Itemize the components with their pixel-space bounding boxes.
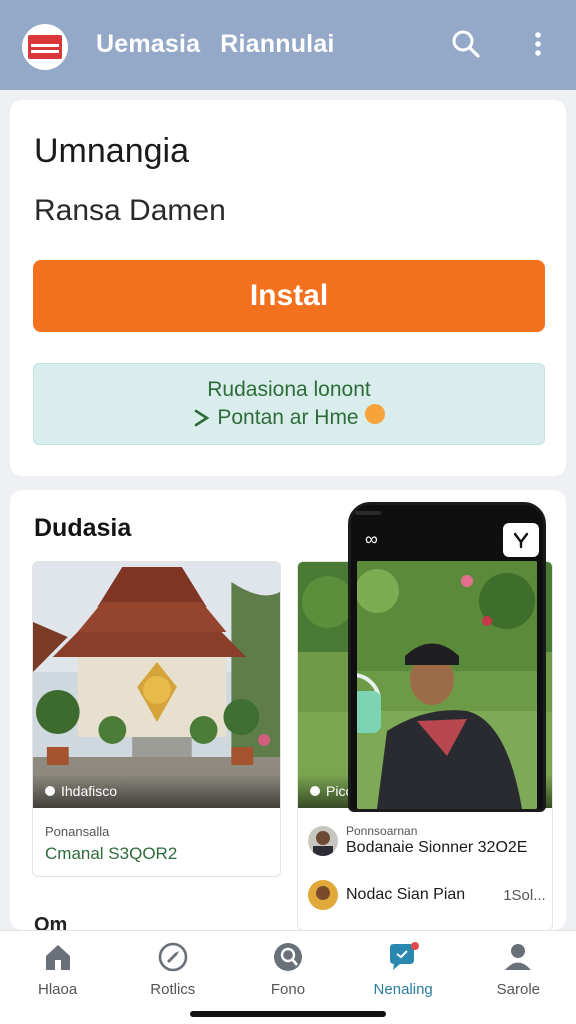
download-arrow-icon	[195, 409, 210, 427]
section-title: Dudasia	[34, 514, 132, 542]
banner-line-2: Pontan ar Hme	[217, 406, 359, 429]
home-indicator[interactable]	[190, 1011, 386, 1017]
gallery-tile-left[interactable]: Ihdafisco Ponansalla Cmanal S3QOR2	[32, 561, 281, 877]
left-caption-text: Ihdafisco	[61, 783, 118, 799]
phone-speaker	[355, 511, 381, 515]
nav-item-profile-search[interactable]: Fono	[230, 931, 345, 1007]
publisher-name: Ransa Damen	[34, 194, 226, 227]
nav-label: Sarole	[496, 981, 541, 998]
badge-dot-icon	[364, 404, 385, 425]
title-part-2: Riannulai	[220, 30, 335, 58]
info-banner[interactable]: Rudasiona lonont Pontan ar Hme	[33, 363, 545, 445]
left-photo-caption: Ihdafisco	[33, 774, 280, 808]
bottom-navigation: Hlaoa Rotlics Fono Nenaling Sarole	[0, 930, 576, 1024]
app-name: Umnangia	[34, 132, 189, 170]
title-part-1: Uemasia	[96, 30, 201, 58]
nav-label: Fono	[270, 981, 306, 998]
avatar	[308, 825, 338, 856]
nav-item-messages[interactable]: Nenaling	[346, 931, 461, 1007]
phone-preview[interactable]: ∞	[348, 502, 546, 812]
person-icon	[505, 944, 532, 970]
phone-screen	[357, 561, 537, 809]
nav-item-account[interactable]: Sarole	[461, 931, 576, 1007]
person-photo	[357, 561, 537, 809]
app-bar-title: Uemasia Riannulai	[96, 30, 355, 59]
phone-corner-button[interactable]	[503, 523, 539, 557]
link-icon[interactable]: ∞	[365, 529, 378, 550]
flag-logo-icon[interactable]	[22, 24, 68, 70]
row-text: Ponnsoarnan Bodanaie Sionner 32O2E	[346, 824, 527, 858]
share-icon	[513, 532, 529, 549]
row1-main: Bodanaie Sionner 32O2E	[346, 839, 528, 857]
profile-search-icon	[273, 943, 302, 971]
avatar	[308, 880, 338, 910]
home-icon	[45, 945, 70, 970]
caption-dot-icon	[45, 786, 55, 796]
nav-item-explore[interactable]: Rotlics	[115, 931, 230, 1007]
banner-line-1: Rudasiona lonont	[207, 377, 371, 401]
banner-line-2-row: Pontan ar Hme	[193, 404, 385, 432]
list-item[interactable]: Ponnsoarnan Bodanaie Sionner 32O2E	[308, 824, 527, 858]
list-item[interactable]: Nodac Sian Pian 1Sol...	[308, 880, 546, 910]
compass-icon	[158, 942, 188, 972]
row1-sub: Ponnsoarnan	[346, 824, 418, 838]
chat-icon	[390, 942, 420, 970]
search-icon	[452, 30, 480, 58]
nav-item-home[interactable]: Hlaoa	[0, 931, 115, 1007]
install-button[interactable]: Instal	[33, 260, 545, 332]
left-tile-sub: Ponansalla	[45, 824, 110, 839]
nav-label: Nenaling	[373, 981, 433, 998]
nav-label: Rotlics	[150, 981, 196, 998]
row2-count: 1Sol...	[503, 886, 546, 904]
temple-photo	[33, 562, 280, 808]
more-options-button[interactable]	[518, 24, 558, 64]
app-bar: Uemasia Riannulai	[0, 0, 576, 90]
install-card: Umnangia Ransa Damen Instal Rudasiona lo…	[10, 100, 566, 476]
more-vertical-icon	[535, 32, 541, 56]
row2-main: Nodac Sian Pian	[346, 886, 466, 903]
search-button[interactable]	[446, 24, 486, 64]
left-tile-price: Cmanal S3QOR2	[45, 844, 178, 863]
caption-dot-icon	[310, 786, 320, 796]
nav-label: Hlaoa	[37, 981, 78, 998]
